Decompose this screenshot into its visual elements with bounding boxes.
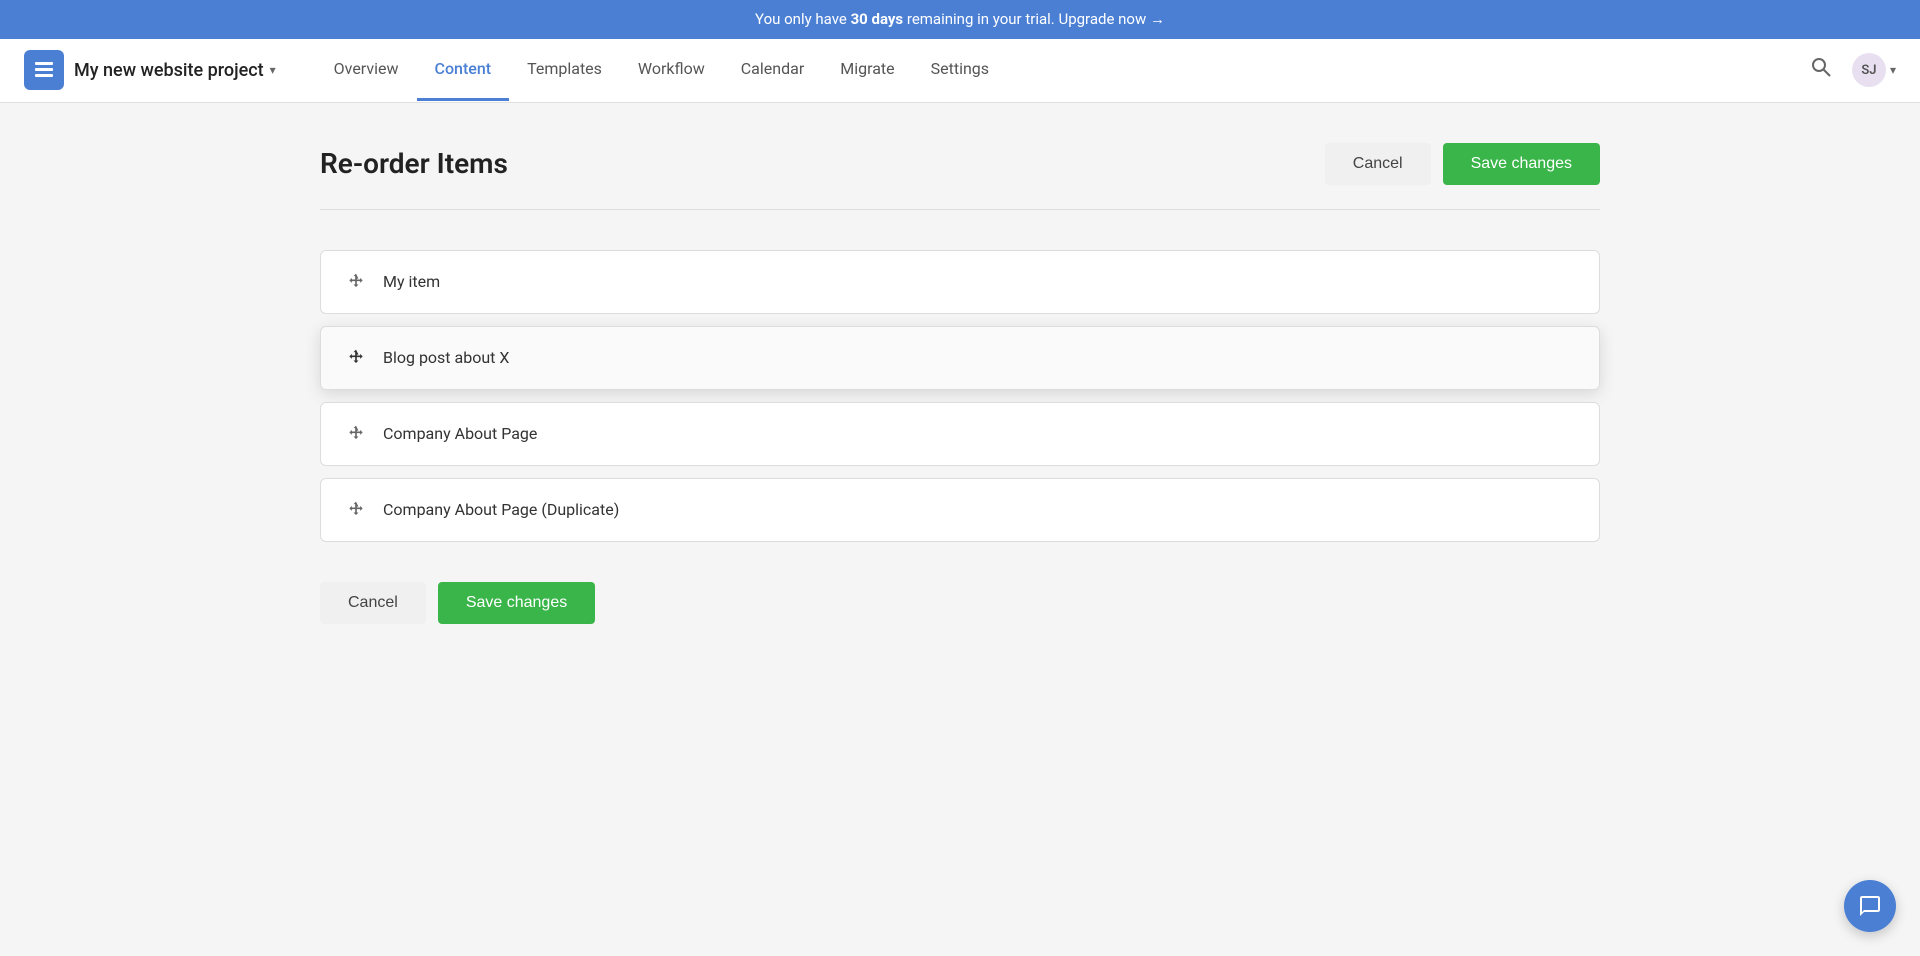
avatar: SJ (1852, 53, 1886, 87)
header-save-button[interactable]: Save changes (1443, 143, 1600, 185)
list-item[interactable]: My item (320, 250, 1600, 314)
item-name: My item (383, 272, 440, 291)
bottom-save-button[interactable]: Save changes (438, 582, 595, 624)
nav-logo[interactable]: My new website project ▾ (24, 50, 276, 90)
item-name: Blog post about X (383, 348, 509, 367)
nav-content[interactable]: Content (417, 39, 510, 101)
nav-links: Overview Content Templates Workflow Cale… (316, 39, 1806, 101)
item-name: Company About Page (Duplicate) (383, 500, 619, 519)
top-nav: My new website project ▾ Overview Conten… (0, 39, 1920, 103)
search-button[interactable] (1806, 52, 1836, 88)
trial-banner: You only have 30 days remaining in your … (0, 0, 1920, 39)
bottom-actions: Cancel Save changes (320, 582, 1600, 624)
avatar-dropdown[interactable]: SJ ▾ (1852, 53, 1896, 87)
drag-handle-icon (345, 423, 367, 445)
header-cancel-button[interactable]: Cancel (1325, 143, 1431, 185)
page-title: Re-order Items (320, 147, 508, 180)
list-item[interactable]: Company About Page (Duplicate) (320, 478, 1600, 542)
chat-icon (1858, 894, 1882, 918)
drag-handle-icon (345, 499, 367, 521)
bottom-cancel-button[interactable]: Cancel (320, 582, 426, 624)
project-name[interactable]: My new website project ▾ (74, 60, 276, 81)
list-item[interactable]: Blog post about X (320, 326, 1600, 390)
trial-suffix: remaining in your trial. Upgrade now → (907, 10, 1165, 28)
nav-settings[interactable]: Settings (913, 39, 1007, 101)
list-item[interactable]: Company About Page (320, 402, 1600, 466)
header-actions: Cancel Save changes (1325, 143, 1600, 185)
main-content: Re-order Items Cancel Save changes My it… (260, 103, 1660, 664)
nav-migrate[interactable]: Migrate (822, 39, 912, 101)
items-list: My item Blog post about X (320, 250, 1600, 542)
drag-handle-icon (345, 347, 367, 369)
trial-text: You only have 30 days remaining in your … (755, 10, 1165, 28)
chat-button[interactable] (1844, 880, 1896, 932)
nav-workflow[interactable]: Workflow (620, 39, 723, 101)
project-dropdown-arrow: ▾ (270, 63, 276, 77)
nav-right: SJ ▾ (1806, 52, 1896, 88)
drag-handle-icon (345, 271, 367, 293)
avatar-chevron: ▾ (1890, 63, 1896, 77)
divider (320, 209, 1600, 210)
logo-icon (24, 50, 64, 90)
page-header: Re-order Items Cancel Save changes (320, 143, 1600, 185)
nav-overview[interactable]: Overview (316, 39, 417, 101)
nav-calendar[interactable]: Calendar (723, 39, 822, 101)
trial-days: 30 days (851, 10, 904, 28)
nav-templates[interactable]: Templates (509, 39, 620, 101)
item-name: Company About Page (383, 424, 537, 443)
